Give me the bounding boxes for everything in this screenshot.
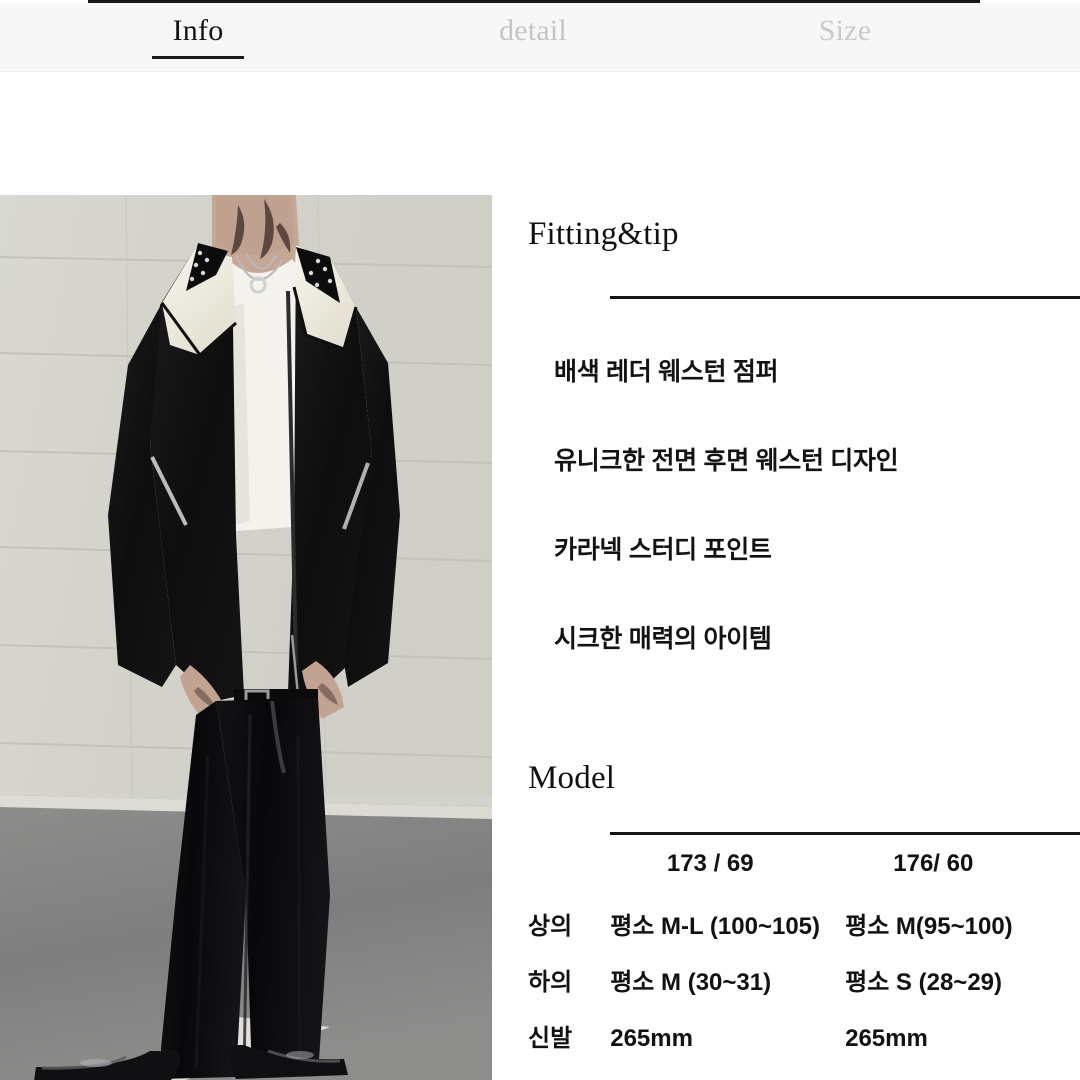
model-size-table: 173 / 69 176/ 60 상의 평소 M-L (100~105) 평소 … xyxy=(492,850,1080,1074)
product-photo xyxy=(0,195,492,1080)
tab-active-indicator xyxy=(152,56,244,59)
model-cell: 265mm xyxy=(845,1025,928,1052)
model-column-header: 176/ 60 xyxy=(893,850,974,877)
table-row: 신발 265mm 265mm xyxy=(492,1018,1080,1074)
fitting-tip-line: 유니크한 전면 후면 웨스턴 디자인 xyxy=(554,447,899,475)
model-cell: 평소 M(95~100) xyxy=(845,913,1013,940)
model-divider xyxy=(610,832,1080,835)
tab-size-indicator xyxy=(799,56,891,59)
fitting-tip-list: 배색 레더 웨스턴 점퍼 유니크한 전면 후면 웨스턴 디자인 카라넥 스터디 … xyxy=(554,360,1074,652)
fitting-tip-line: 시크한 매력의 아이템 xyxy=(554,625,772,653)
fitting-tip-line: 카라넥 스터디 포인트 xyxy=(554,536,772,564)
tab-bar: Info detail Size xyxy=(0,3,1080,72)
model-row-label: 하의 xyxy=(528,969,573,996)
tab-detail[interactable]: detail xyxy=(458,3,608,72)
model-cell: 265mm xyxy=(610,1025,693,1052)
table-row: 173 / 69 176/ 60 xyxy=(492,850,1080,906)
product-info-page: Info detail Size Fitting&tip 배색 레더 웨스턴 점… xyxy=(0,0,1080,1080)
model-row-label: 신발 xyxy=(528,1025,573,1052)
table-row: 하의 평소 M (30~31) 평소 S (28~29) xyxy=(492,962,1080,1018)
fitting-tip-heading: Fitting&tip xyxy=(528,216,679,252)
model-cell: 평소 M (30~31) xyxy=(610,969,772,996)
model-cell: 평소 S (28~29) xyxy=(845,969,1003,996)
model-row-label: 상의 xyxy=(528,913,573,940)
tab-detail-indicator xyxy=(487,56,579,59)
model-cell: 평소 M-L (100~105) xyxy=(610,913,821,940)
tab-size[interactable]: Size xyxy=(772,3,918,72)
product-photo-illustration xyxy=(0,195,492,1080)
table-row: 상의 평소 M-L (100~105) 평소 M(95~100) xyxy=(492,906,1080,962)
tab-info[interactable]: Info xyxy=(128,3,268,72)
tab-detail-label: detail xyxy=(499,14,567,47)
fitting-tip-line: 배색 레더 웨스턴 점퍼 xyxy=(554,358,779,386)
model-column-header: 173 / 69 xyxy=(666,850,754,877)
fitting-tip-divider xyxy=(610,296,1080,299)
model-heading: Model xyxy=(528,760,616,796)
tab-info-label: Info xyxy=(172,14,224,47)
info-panel: Fitting&tip 배색 레더 웨스턴 점퍼 유니크한 전면 후면 웨스턴 … xyxy=(492,195,1080,1080)
tab-size-label: Size xyxy=(818,14,872,47)
